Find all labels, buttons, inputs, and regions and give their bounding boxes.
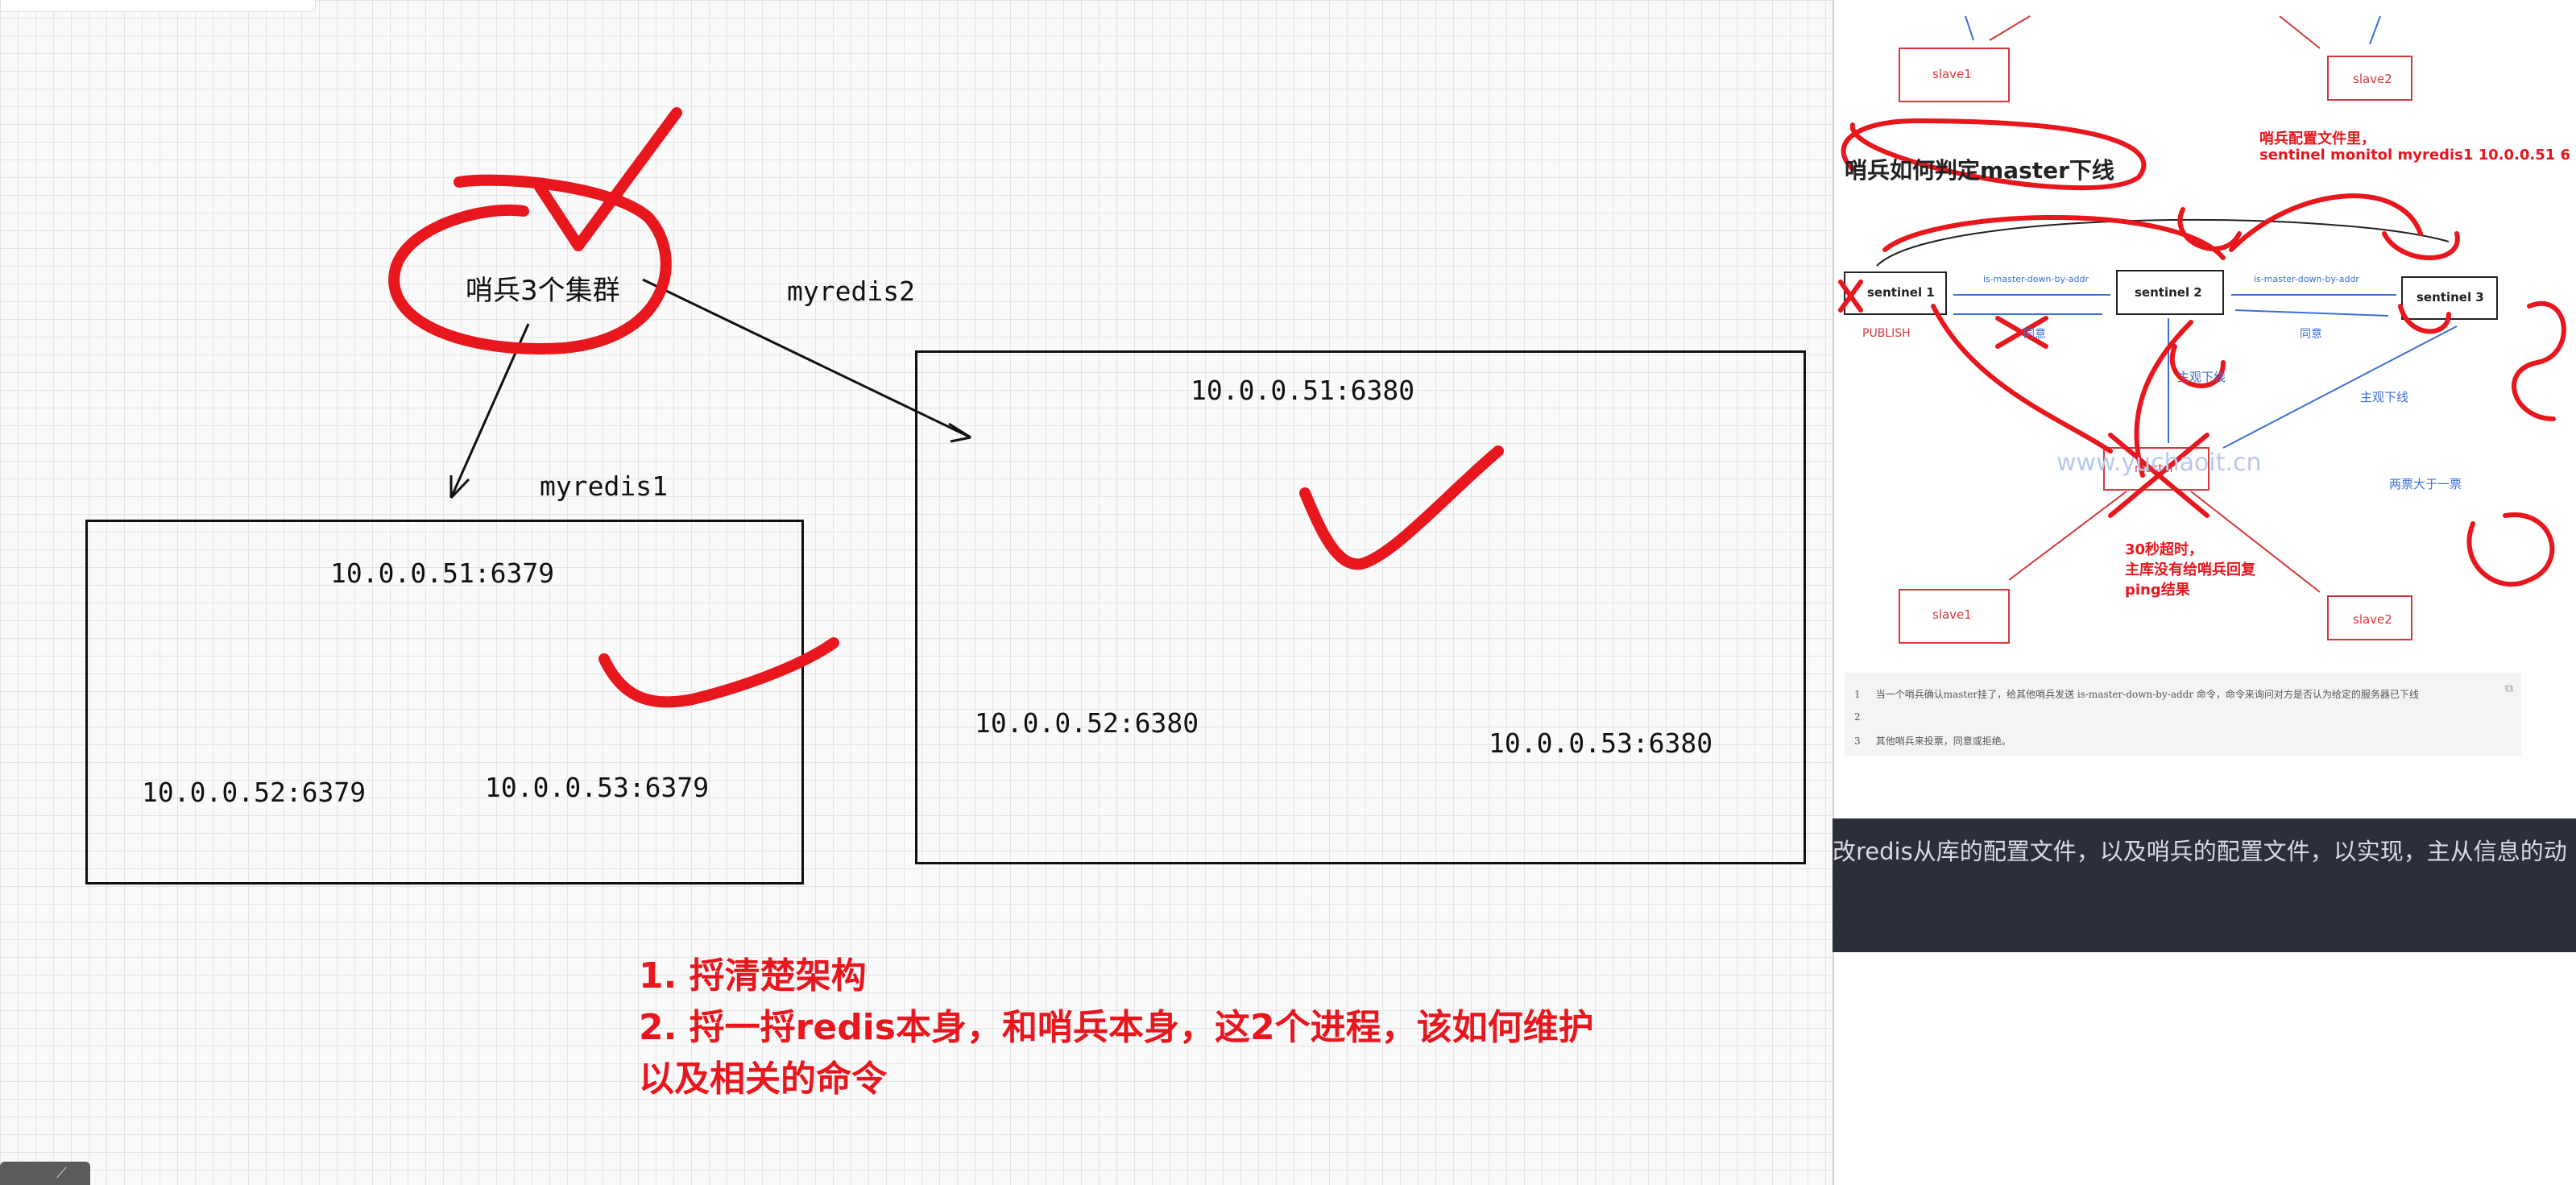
timeout-note: 30秒超时， 主库没有给哨兵回复 ping结果 <box>2125 540 2255 600</box>
doc-heading: 哨兵如何判定master下线 <box>1845 157 2114 184</box>
code-line-1: 1 当一个哨兵确认master挂了，给其他哨兵发送 is-master-down… <box>1854 687 2419 701</box>
slave2-top-label: slave2 <box>2353 72 2392 86</box>
code-block: 1 当一个哨兵确认master挂了，给其他哨兵发送 is-master-down… <box>1845 673 2521 756</box>
agree-label-2: 同意 <box>2300 328 2322 341</box>
timeout-note-1: 30秒超时， <box>2125 541 2204 558</box>
red-circle-cluster <box>388 174 672 354</box>
subjective-label-1: 主观下线 <box>2177 370 2226 384</box>
copy-icon[interactable]: ⧉ <box>2505 682 2513 695</box>
code-line-3: 3 其他哨兵来投票，同意或拒绝。 <box>1854 734 2011 748</box>
collapse-icon[interactable]: ⟋ <box>56 1165 67 1182</box>
agree-label-1: 同意 <box>2023 328 2046 341</box>
doc-bottom-text: 改redis从库的配置文件，以及哨兵的配置文件，以实现，主从信息的动 <box>1833 838 2567 865</box>
code-line-2: 2 <box>1854 711 1861 723</box>
timeout-note-3: ping结果 <box>2125 582 2190 599</box>
slave1-top-label: slave1 <box>1932 67 1972 81</box>
red-check-group1 <box>598 637 839 708</box>
note-line-3: 以及相关的命令 <box>639 1059 887 1100</box>
note-line-1: 1. 捋清楚架构 <box>639 955 867 996</box>
whiteboard-canvas[interactable]: 哨兵3个集群 myredis2 myredis1 10.0.0.51:6379 … <box>0 0 1833 1185</box>
arrow-to-group2 <box>642 278 971 439</box>
timeout-note-2: 主库没有给哨兵回复 <box>2125 561 2255 578</box>
watermark: www.yuchaoit.cn <box>2056 449 2262 477</box>
votes-label: 两票大于一票 <box>2389 477 2462 491</box>
slave1-bottom-label: slave1 <box>1932 607 1972 622</box>
ask-label-1: is-master-down-by-addr <box>1983 274 2089 284</box>
code-line-number: 3 <box>1854 735 1861 747</box>
doc-dark-bar: 改redis从库的配置文件，以及哨兵的配置文件，以实现，主从信息的动 <box>1833 818 2576 952</box>
red-check-group2 <box>1299 445 1504 570</box>
sentinel3-label: sentinel 3 <box>2417 290 2484 305</box>
config-note-2: sentinel monitol myredis1 10.0.0.51 6 <box>2259 147 2571 164</box>
code-line-text: 当一个哨兵确认master挂了，给其他哨兵发送 is-master-down-b… <box>1875 689 2419 700</box>
sentinel1-label: sentinel 1 <box>1867 285 1935 300</box>
sentinel2-label: sentinel 2 <box>2135 285 2202 300</box>
todo-notes: 1. 捋清楚架构 2. 捋一捋redis本身，和哨兵本身，这2个进程，该如何维护… <box>639 951 1594 1105</box>
code-line-number: 2 <box>1854 711 1861 723</box>
note-line-2: 2. 捋一捋redis本身，和哨兵本身，这2个进程，该如何维护 <box>639 1007 1594 1048</box>
code-line-number: 1 <box>1854 689 1861 700</box>
slave2-bottom-label: slave2 <box>2353 612 2392 627</box>
subjective-label-2: 主观下线 <box>2360 390 2409 404</box>
code-line-text: 其他哨兵来投票，同意或拒绝。 <box>1875 735 2011 747</box>
bottom-toolbar[interactable]: ⟋ <box>0 1162 90 1185</box>
config-note-1: 哨兵配置文件里， <box>2259 131 2375 147</box>
publish-label: PUBLISH <box>1862 327 1911 340</box>
ask-label-2: is-master-down-by-addr <box>2254 274 2359 284</box>
